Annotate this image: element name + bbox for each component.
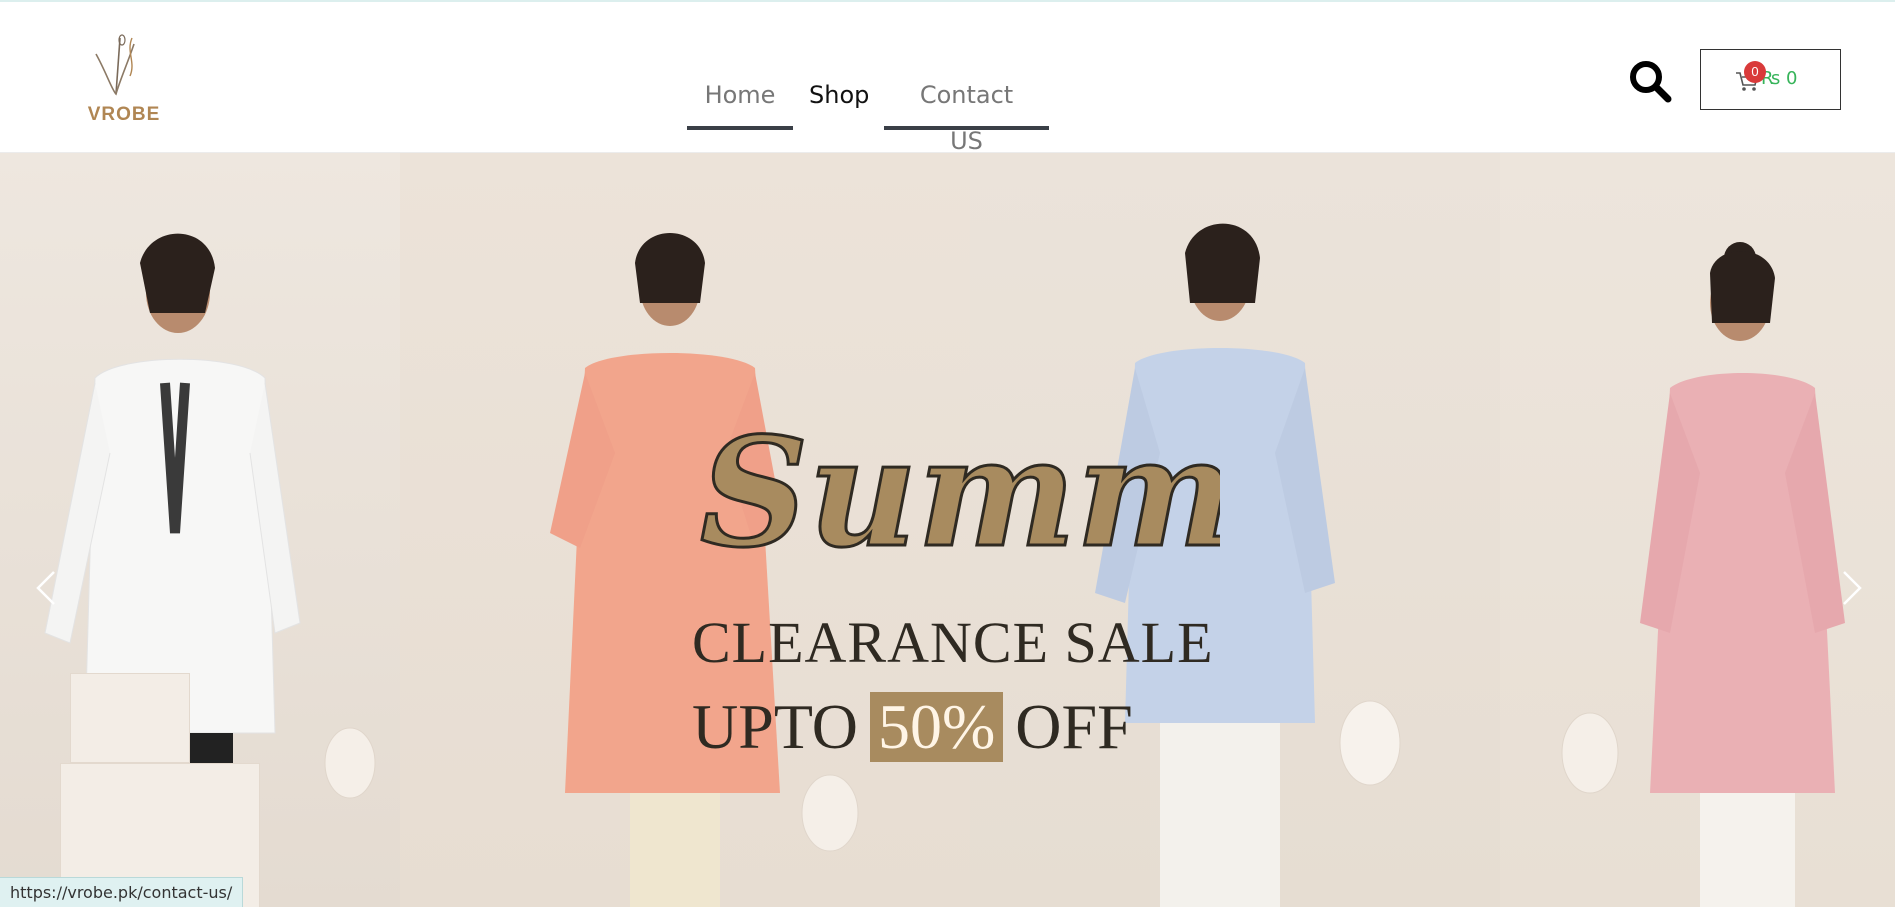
nav-shop[interactable]: Shop [793,72,884,130]
cart-amount: ₨ 0 [1761,68,1798,89]
chevron-left-icon [36,571,55,605]
slider-next-button[interactable] [1830,558,1870,618]
nav-contact-label: Contact US [919,81,1014,155]
brand-name: VROBE [87,104,161,125]
slider-prev-button[interactable] [28,558,68,618]
nav-shop-label: Shop [809,81,870,109]
promo-clearance-sale: CLEARANCE SALE [692,610,1214,675]
model-pink-kurta-image [1561,242,1845,907]
promo-upto: UPTO [692,691,858,762]
nav-contact-us[interactable]: Contact US [884,72,1049,155]
promo-percent-badge: 50% [869,692,1004,762]
promo-script-title: Summer [699,404,1221,583]
cart-count-badge: 0 [1744,61,1766,83]
decor-step [70,673,190,763]
hero-panel-model-white [0,153,400,907]
hero-slider[interactable]: Summer CLEARANCE SALE UPTO 50% OFF [0,153,1895,907]
site-header: VROBE Home Shop Contact US ₨ 0 0 [0,2,1895,155]
chevron-right-icon [1843,571,1862,605]
search-icon [1630,61,1672,103]
promo-script-text: Summer [700,405,1220,581]
brand-logo[interactable]: VROBE [76,32,172,128]
nav-home-underline [687,126,793,130]
needle-logo-icon [95,34,135,96]
search-button[interactable] [1627,58,1673,104]
nav-home-label: Home [704,81,776,109]
main-nav: Home Shop Contact US [687,72,1049,155]
browser-status-url: https://vrobe.pk/contact-us/ [0,877,244,907]
cart-button[interactable]: ₨ 0 0 [1700,49,1841,110]
promo-discount-line: UPTO 50% OFF [692,690,1133,764]
nav-contact-underline [884,126,1049,130]
hero-panel-model-pink [1500,153,1895,907]
promo-off: OFF [1015,691,1133,762]
nav-home[interactable]: Home [687,72,793,130]
